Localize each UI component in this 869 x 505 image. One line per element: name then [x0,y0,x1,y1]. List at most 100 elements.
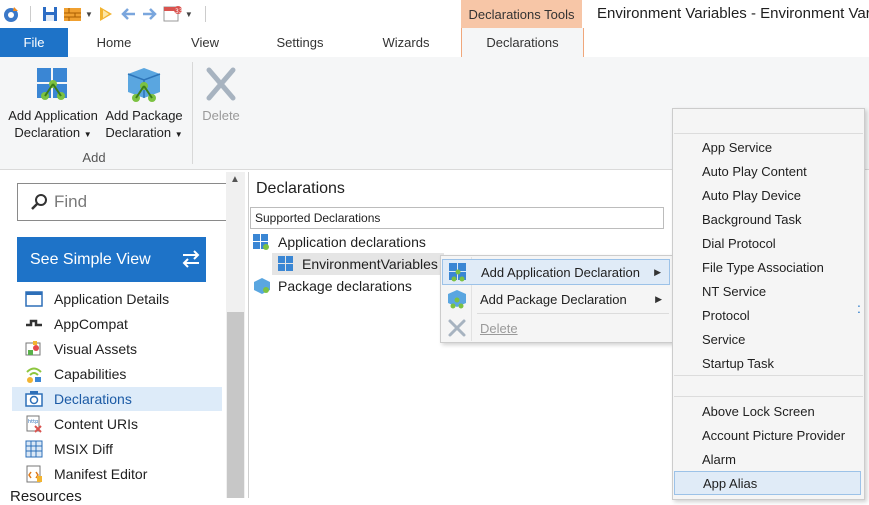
menu-separator [674,133,863,134]
submenu-item-startup-task[interactable]: Startup Task [674,351,861,375]
menu-item-add-application-declaration[interactable]: Add Application Declaration ▶ [442,259,670,285]
app-logo-icon [2,5,20,23]
sidebar-item-label: Content URIs [54,416,139,432]
tab-file[interactable]: File [0,28,68,57]
tree-item-application-declarations[interactable]: Application declarations [252,231,426,253]
windows-logo-icon [278,256,293,271]
menu-item-label: Add Application Declaration [481,264,640,280]
delete-x-icon [446,317,468,339]
image-icon [24,339,44,359]
search-placeholder: Find [54,192,88,211]
delete-label: Delete [202,108,240,123]
submenu-item-app-alias[interactable]: App Alias [674,471,861,495]
qat-customize-icon[interactable]: ▼ [185,10,193,19]
calendar-icon[interactable]: 33 [163,5,183,23]
back-arrow-icon[interactable] [119,5,137,23]
submenu-item-dial-protocol[interactable]: Dial Protocol [674,231,861,255]
tree-item-label: Application declarations [278,234,426,250]
submenu-item-auto-play-device[interactable]: Auto Play Device [674,183,861,207]
add-package-declaration-icon [127,68,161,102]
sidebar-item-msix-diff[interactable]: MSIX Diff [12,437,222,461]
sidebar-item-capabilities[interactable]: Capabilities [12,362,222,386]
sidebar-item-appcompat[interactable]: AppCompat [12,312,222,336]
sidebar-item-label: AppCompat [54,316,128,332]
menu-separator [674,396,863,397]
capabilities-icon [24,364,44,384]
submenu-item-alarm[interactable]: Alarm [674,447,861,471]
tab-wizards[interactable]: Wizards [362,28,450,57]
submenu-item-file-type-association[interactable]: File Type Association [674,255,861,279]
sidebar-item-manifest-editor[interactable]: Manifest Editor [12,462,222,486]
tree-item-environment-variables[interactable]: EnvironmentVariables [272,253,444,275]
chevron-down-icon[interactable]: ▼ [85,10,93,19]
add-application-declaration-icon [447,261,469,283]
tab-home[interactable]: Home [80,28,148,57]
window-icon [24,289,44,309]
package-declaration-icon [254,278,270,294]
sidebar-section-resources[interactable]: Resources [10,488,82,505]
sidebar-item-label: Manifest Editor [54,466,148,482]
tab-settings[interactable]: Settings [262,28,338,57]
submenu-arrow-icon: ▶ [654,266,661,277]
shim-icon [24,314,44,334]
sidebar-scrollbar-thumb[interactable] [227,312,244,498]
add-application-line1: Add Application [8,108,98,123]
submenu-item-protocol[interactable]: Protocol [674,303,861,327]
sidebar-item-label: Visual Assets [54,341,138,357]
sidebar-item-label: Declarations [54,391,132,407]
see-simple-view-button[interactable]: See Simple View [17,237,206,282]
save-icon[interactable] [41,5,59,23]
submenu-item-auto-play-content[interactable]: Auto Play Content [674,159,861,183]
tab-view[interactable]: View [170,28,240,57]
submenu-item-account-picture-provider[interactable]: Account Picture Provider [674,423,861,447]
menu-item-label: Add Package Declaration [480,291,627,307]
submenu-item-service[interactable]: Service [674,327,861,351]
sidebar-item-label: Capabilities [54,366,127,382]
submenu-item-above-lock-screen[interactable]: Above Lock Screen [674,399,861,423]
sidebar-item-label: Application Details [54,291,170,307]
context-tab-group-header: Declarations Tools [461,0,582,28]
menu-item-add-package-declaration[interactable]: Add Package Declaration ▶ [442,286,670,312]
menu-item-label: Delete [480,320,518,336]
declaration-submenu: App Service Auto Play Content Auto Play … [672,108,865,500]
search-input[interactable]: Find [17,183,229,221]
delete-x-icon [206,67,236,101]
add-application-declaration-icon [37,68,67,100]
sidebar-item-application-details[interactable]: Application Details [12,287,222,311]
add-application-line2: Declaration [14,125,81,140]
submenu-arrow-icon: ▶ [655,293,662,304]
right-panel-link-fragment[interactable]: : [857,300,861,316]
window-title: Environment Variables - Environment Vari [597,5,869,22]
ribbon-group-label: Add [82,150,106,165]
forward-arrow-icon[interactable] [141,5,159,23]
chevron-down-icon: ▼ [174,130,183,139]
submenu-item-background-task[interactable]: Background Task [674,207,861,231]
menu-item-delete[interactable]: Delete [442,315,670,341]
add-application-declaration-button[interactable]: Add Application Declaration ▼ [4,64,102,143]
tree-item-label: Package declarations [278,278,412,294]
submenu-item-app-service[interactable]: App Service [674,135,861,159]
sidebar-item-declarations[interactable]: Declarations [12,387,222,411]
build-icon[interactable] [63,5,81,23]
svg-text:33: 33 [175,8,183,15]
sidebar-item-content-uris[interactable]: http Content URIs [12,412,222,436]
content-uri-icon: http [24,414,44,434]
submenu-item-nt-service[interactable]: NT Service [674,279,861,303]
delete-button[interactable]: Delete [196,64,246,124]
chevron-down-icon: ▼ [83,130,92,139]
add-package-declaration-button[interactable]: Add Package Declaration ▼ [102,64,186,143]
run-icon[interactable] [97,5,115,23]
sidebar-item-visual-assets[interactable]: Visual Assets [12,337,222,361]
xml-editor-icon [24,464,44,484]
add-package-line2: Declaration [105,125,172,140]
tree-item-package-declarations[interactable]: Package declarations [252,275,412,297]
declarations-icon [24,389,44,409]
sidebar-item-label: MSIX Diff [54,441,113,457]
submenu-group-gap [674,376,861,396]
menu-separator [477,313,669,314]
tab-declarations[interactable]: Declarations [461,28,584,58]
see-simple-view-label: See Simple View [30,250,151,268]
svg-text:http: http [28,419,38,425]
tree-column-header[interactable]: Supported Declarations [250,207,664,229]
scroll-up-arrow-icon[interactable]: ▲ [229,175,241,185]
